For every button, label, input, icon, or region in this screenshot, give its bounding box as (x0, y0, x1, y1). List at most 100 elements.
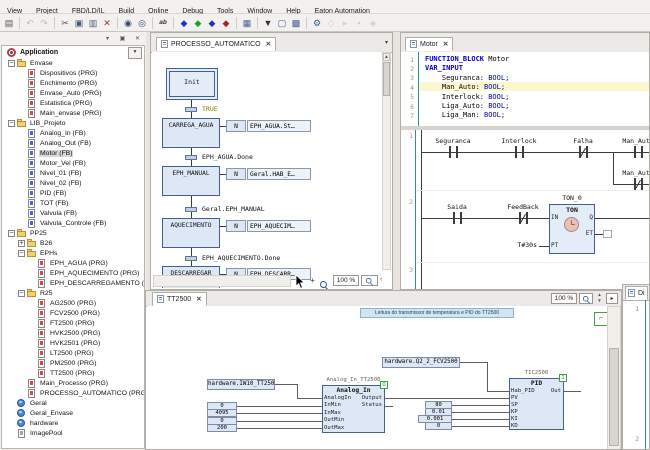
expander-icon[interactable]: − (18, 290, 25, 297)
tree-item-eph-aquecimento-prg[interactable]: EPH_AQUECIMENTO (PRG) (2, 268, 144, 278)
tree-item-r25[interactable]: −R25 (2, 288, 144, 298)
expander-icon[interactable]: − (8, 120, 15, 127)
tree-item-envase[interactable]: −Envase (2, 58, 144, 68)
tree-item-b26[interactable]: +B26 (2, 238, 144, 248)
tree-item-valvula-controle-fb[interactable]: Valvula_Controle (FB) (2, 218, 144, 228)
toolbar-paste-icon[interactable]: ▥ (86, 16, 100, 30)
scroll-up-icon[interactable]: ▲ (383, 53, 390, 61)
tree-item-geral-envase[interactable]: Geral_Envase (2, 408, 144, 418)
tree-item-imagepool[interactable]: ImagePool (2, 428, 144, 438)
cfc-source-box[interactable]: hardware.IW10_TT2500 (207, 379, 275, 390)
tree-item-fcv2500-prg[interactable]: FCV2500 (PRG) (2, 308, 144, 318)
tree-item-tt2500-prg[interactable]: TT2500 (PRG) (2, 368, 144, 378)
expander-icon[interactable]: − (8, 230, 15, 237)
declaration-editor[interactable]: 1FUNCTION_BLOCK Motor2VAR_INPUT3 Seguran… (401, 52, 649, 126)
toolbar-flag-navy-icon[interactable]: ◆ (205, 16, 219, 30)
expander-icon[interactable]: + (18, 240, 25, 247)
toolbar-replace-icon[interactable]: ab (156, 16, 170, 30)
application-dropdown-icon[interactable]: ▼ (128, 47, 142, 59)
route-tool-button[interactable]: ⌐ (594, 312, 608, 326)
sfc-vertical-scrollbar[interactable]: ▲ (382, 52, 391, 270)
close-tab-icon[interactable]: ✕ (266, 40, 271, 48)
tab-processo-automatico[interactable]: PROCESSO_AUTOMATICO ✕ (156, 37, 276, 51)
select-tool-icon[interactable]: ➤ (294, 276, 305, 287)
expand-icon[interactable]: ▸ (606, 293, 618, 304)
close-tab-icon[interactable]: ✕ (443, 40, 448, 48)
tree-item-enchimento-prg[interactable]: Enchimento (PRG) (2, 78, 144, 88)
toolbar-find-next-icon[interactable]: ◎ (135, 16, 149, 30)
tab-di[interactable]: Di (625, 286, 648, 300)
expander-icon[interactable]: − (18, 250, 25, 257)
zoom-dropdown[interactable] (361, 275, 378, 286)
zoom-level[interactable]: 100 % (333, 275, 359, 286)
toolbar-new-folder-icon[interactable]: ▼ (261, 16, 275, 30)
zoom-spinner[interactable]: ▲▼ (595, 292, 604, 304)
zoom-level[interactable]: 100 % (551, 293, 577, 304)
sfc-action[interactable]: Geral.HAB_E… (247, 168, 311, 180)
sfc-transition[interactable] (185, 256, 197, 261)
scroll-thumb[interactable] (383, 62, 390, 96)
toolbar-new-object-icon[interactable]: ▢ (275, 16, 289, 30)
tree-item-hvk2500-prg[interactable]: HVK2500 (PRG) (2, 328, 144, 338)
tree-item-analog-in-fb[interactable]: Analog_In (FB) (2, 128, 144, 138)
pan-tool-icon[interactable]: + (307, 276, 318, 287)
toolbar-flag-green-icon[interactable]: ◆ (191, 16, 205, 30)
sfc-transition[interactable] (185, 207, 197, 212)
tree-item-application[interactable]: Application ▼ (2, 46, 144, 58)
toolbar-cut-icon[interactable]: ✂ (58, 16, 72, 30)
sfc-transition[interactable] (185, 107, 197, 112)
sfc-action[interactable]: EPH_AQUECIM… (247, 220, 311, 232)
tree-item-main-processo-prg[interactable]: Main_Processo (PRG) (2, 378, 144, 388)
toolbar-print-icon[interactable]: ▤ (2, 16, 16, 30)
tree-item-ag2500-prg[interactable]: AG2500 (PRG) (2, 298, 144, 308)
toolbar-flag-blue-icon[interactable]: ◆ (177, 16, 191, 30)
tree-item-nivel-01-fb[interactable]: Nivel_01 (FB) (2, 168, 144, 178)
tree-item-envase-auto-prg[interactable]: Envase_Auto (PRG) (2, 88, 144, 98)
tree-item-analog-out-fb[interactable]: Analog_Out (FB) (2, 138, 144, 148)
tree-item-main-envase-prg[interactable]: Main_envase (PRG) (2, 108, 144, 118)
scroll-thumb[interactable] (609, 348, 619, 446)
tree-item-hardware[interactable]: hardware (2, 418, 144, 428)
tree-item-tot-fb[interactable]: TOT (FB) (2, 198, 144, 208)
sfc-horizontal-scrollbar[interactable] (153, 275, 291, 287)
tree-item-ephs[interactable]: −EPHs (2, 248, 144, 258)
tab-motor[interactable]: Motor ✕ (405, 37, 453, 51)
tree-item-geral[interactable]: Geral (2, 398, 144, 408)
tree-item-hvk2501-prg[interactable]: HVK2501 (PRG) (2, 338, 144, 348)
sfc-transition[interactable] (185, 155, 197, 160)
close-tab-icon[interactable]: ✕ (196, 295, 201, 303)
tree-item-motor-vel-fb[interactable]: Motor_Vel (FB) (2, 158, 144, 168)
sfc-step-init[interactable]: Init (166, 68, 218, 100)
panel-close-icon[interactable]: ✕ (131, 34, 144, 45)
sfc-step[interactable]: CARREGA_AGUA (162, 118, 220, 148)
cfc-value-box[interactable]: 0 (425, 422, 452, 430)
tree-item-valvula-fb[interactable]: Valvula (FB) (2, 208, 144, 218)
scroll-left-icon[interactable]: ‹ (380, 276, 382, 283)
sfc-step[interactable]: AQUECIMENTO (162, 218, 220, 248)
tree-item-motor-fb[interactable]: Motor (FB) (2, 148, 144, 158)
panel-menu-icon[interactable]: ▾ (101, 34, 114, 45)
sfc-action[interactable]: EPH_AGUA.St… (247, 120, 311, 132)
sfc-step[interactable]: EPH_MANUAL (162, 166, 220, 196)
tree-item-eph-descarregamento-prg[interactable]: EPH_DESCARREGAMENTO (PRG) (2, 278, 144, 288)
toolbar-build-icon[interactable]: ⚙ (310, 16, 324, 30)
toolbar-copy-icon[interactable]: ▣ (72, 16, 86, 30)
cfc-value-box[interactable]: 200 (207, 424, 237, 432)
tree-item-pp25[interactable]: −PP25 (2, 228, 144, 238)
panel-pin-icon[interactable]: ▣ (116, 34, 129, 45)
tree-item-estatistica-prg[interactable]: Estatistica (PRG) (2, 98, 144, 108)
expander-icon[interactable]: − (8, 60, 15, 67)
ladder-editor[interactable]: 123SegurancaInterlockFalhaMan_AutoMan_Au… (401, 126, 649, 289)
zoom-tool-icon[interactable] (320, 277, 329, 290)
tree-item-eph-agua-prg[interactable]: EPH_AGUA (PRG) (2, 258, 144, 268)
toolbar-grid-icon[interactable]: ▩ (289, 16, 303, 30)
cfc-enable-box[interactable]: hardware.Q2_2_FCV2500 (382, 357, 460, 368)
zoom-dropdown[interactable] (579, 293, 593, 304)
tab-overflow-icon[interactable]: ▾ (385, 39, 388, 46)
tab-tt2500[interactable]: TT2500 ✕ (152, 292, 207, 306)
tree-item-dispositivos-prg[interactable]: Dispositivos (PRG) (2, 68, 144, 78)
tree-item-pid-fb[interactable]: PID (FB) (2, 188, 144, 198)
toolbar-windows-icon[interactable]: ▦ (240, 16, 254, 30)
toolbar-delete-icon[interactable]: ✕ (100, 16, 114, 30)
tree-item-nivel-02-fb[interactable]: Nivel_02 (FB) (2, 178, 144, 188)
